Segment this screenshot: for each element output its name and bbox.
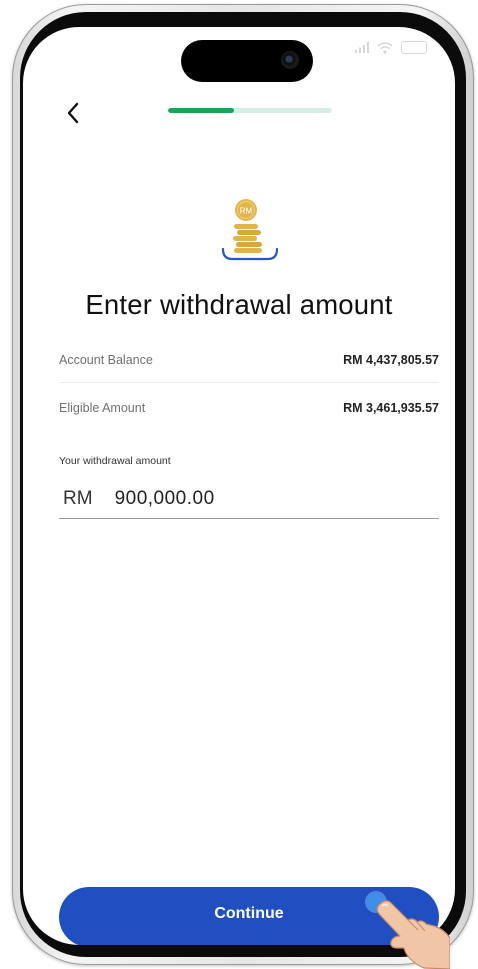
- withdrawal-amount-label: Your withdrawal amount: [59, 455, 171, 467]
- currency-prefix: RM: [63, 487, 93, 509]
- step-progress-fill: [168, 108, 234, 113]
- page-title: Enter withdrawal amount: [85, 289, 393, 320]
- step-progress-bar: [168, 108, 332, 113]
- account-balance-label: Account Balance: [59, 353, 153, 367]
- signal-icon: [355, 42, 369, 53]
- camera-icon: [281, 51, 299, 69]
- withdrawal-amount-input[interactable]: RM 900,000.00: [59, 479, 439, 519]
- divider: [59, 382, 439, 383]
- continue-button-label: Continue: [214, 905, 284, 922]
- dynamic-island: [181, 40, 313, 82]
- status-bar: [355, 41, 427, 54]
- chevron-left-icon: [67, 102, 79, 124]
- app-screen: RM Enter withdrawal amount Account Balan…: [23, 27, 455, 945]
- coin-stack-icon: RM: [221, 199, 279, 261]
- coin-rm-text: RM: [240, 207, 253, 216]
- battery-icon: [401, 41, 427, 54]
- wifi-icon: [377, 41, 393, 54]
- eligible-amount-label: Eligible Amount: [59, 401, 146, 415]
- eligible-amount-value: RM 3,461,935.57: [343, 401, 439, 415]
- withdrawal-amount-value[interactable]: 900,000.00: [115, 488, 215, 510]
- pointing-hand-icon: [376, 900, 450, 969]
- account-balance-row: Account Balance RM 4,437,805.57: [59, 353, 439, 367]
- eligible-amount-row: Eligible Amount RM 3,461,935.57: [59, 401, 439, 415]
- back-button[interactable]: [59, 99, 87, 127]
- account-balance-value: RM 4,437,805.57: [343, 353, 439, 367]
